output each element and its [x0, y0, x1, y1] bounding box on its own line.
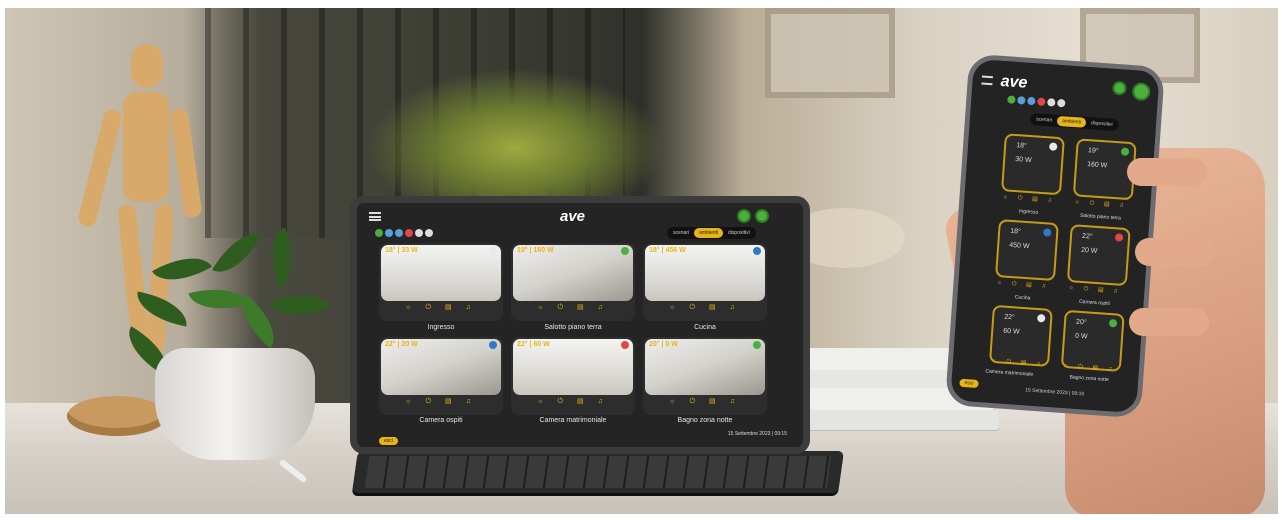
- user-icon[interactable]: [1112, 80, 1127, 96]
- room-label: Ingresso: [427, 324, 455, 331]
- lock-icon: [489, 341, 497, 349]
- tab-bar: scenari ambienti dispositivi: [667, 227, 756, 239]
- power: 0 W: [1074, 332, 1088, 341]
- photo-scene: ave scenari ambienti dispositivi 18° | 3…: [5, 8, 1278, 514]
- room-card-cucina[interactable]: 18° | 456 W ☼ ⏻ ▤ ♫: [643, 243, 767, 321]
- temperature: 20°: [1075, 318, 1087, 327]
- power: 60 W: [533, 341, 550, 348]
- temperature: 18°: [649, 247, 660, 254]
- power: 20 W: [401, 341, 418, 348]
- room-label: Bagno zona notte: [1069, 374, 1109, 384]
- lock-icon: [1108, 318, 1118, 328]
- room-card-camera-matrimoniale[interactable]: 22° | 60 W ☼ ⏻ ▤ ♫: [511, 337, 635, 415]
- power: 160 W: [1086, 161, 1108, 170]
- tablet-screen: ave scenari ambienti dispositivi 18° | 3…: [357, 203, 803, 447]
- lock-icon: [1114, 233, 1124, 242]
- lock-icon: [621, 247, 629, 255]
- device-icons: ☼ ⏻ ▤ ♫: [405, 304, 477, 311]
- device-icons: ☼ ⏻ ▤ ♫: [405, 398, 477, 405]
- room-label: Salotto piano terra: [544, 324, 602, 331]
- power: 33 W: [401, 247, 418, 254]
- finger: [1129, 308, 1209, 336]
- device-icons: ☼ ⏻ ▤ ♫: [669, 398, 741, 405]
- datetime: 15 Settembre 2023 | 09:15: [727, 431, 787, 437]
- power: 20 W: [1080, 246, 1098, 255]
- device-icons: ☼ ⏻ ▤ ♫: [537, 398, 609, 405]
- device-icons: ☼ ⏻ ▤ ♫: [996, 280, 1051, 290]
- power-icon[interactable]: [755, 209, 769, 223]
- device-icons: ☼ ⏻ ▤ ♫: [1074, 199, 1128, 209]
- lock-icon: [489, 247, 497, 255]
- status-dots: [1007, 95, 1066, 108]
- temperature: 19°: [1087, 147, 1099, 155]
- phone-screen: ave scenari ambienti dispositivi 18° 30 …: [950, 58, 1160, 414]
- temperature: 22°: [385, 341, 396, 348]
- finger: [1127, 158, 1207, 186]
- room-card-ingresso[interactable]: 18° 30 W: [1000, 133, 1065, 196]
- temperature: 18°: [1015, 142, 1028, 150]
- finger: [1135, 238, 1215, 266]
- lock-icon: [1042, 228, 1052, 237]
- room-card-camera-ospiti[interactable]: 22° | 20 W ☼ ⏻ ▤ ♫: [379, 337, 503, 415]
- room-label: Camera matrimoniale: [539, 417, 607, 424]
- tab-scenari[interactable]: scenari: [1031, 114, 1058, 126]
- temperature: 18°: [385, 247, 396, 254]
- tab-dispositivi[interactable]: dispositivi: [1086, 118, 1118, 130]
- room-card-ingresso[interactable]: 18° | 33 W ☼ ⏻ ▤ ♫: [379, 243, 503, 321]
- app-logo: ave: [560, 208, 586, 225]
- exit-button[interactable]: esci: [379, 437, 398, 445]
- room-card-bagno[interactable]: 20° | 0 W ☼ ⏻ ▤ ♫: [643, 337, 767, 415]
- menu-icon[interactable]: [981, 75, 993, 86]
- device-icons: ☼ ⏻ ▤ ♫: [669, 304, 741, 311]
- device-icons: ☼ ⏻ ▤ ♫: [1002, 194, 1057, 204]
- lock-icon: [1048, 142, 1058, 151]
- room-label: Cucina: [1014, 294, 1031, 302]
- room-card-salotto[interactable]: 19° | 160 W ☼ ⏻ ▤ ♫: [511, 243, 635, 321]
- power-icon[interactable]: [1131, 82, 1151, 102]
- power: 456 W: [665, 247, 686, 254]
- room-label: Camera matrimoniale: [985, 368, 1034, 378]
- wall-frame: [765, 8, 895, 98]
- tab-ambienti[interactable]: ambienti: [1056, 115, 1087, 128]
- temperature: 20°: [649, 341, 660, 348]
- power: 0 W: [665, 341, 678, 348]
- lock-icon: [753, 247, 761, 255]
- room-label: Camera ospiti: [419, 417, 463, 424]
- power: 450 W: [1008, 241, 1030, 251]
- temperature: 22°: [517, 341, 528, 348]
- room-label: Cucina: [694, 324, 716, 331]
- tab-bar: scenari ambienti dispositivi: [1029, 112, 1120, 132]
- temperature: 22°: [1081, 232, 1093, 241]
- smartphone: ave scenari ambienti dispositivi 18° 30 …: [944, 53, 1166, 419]
- power: 30 W: [1014, 156, 1032, 165]
- lock-icon: [1120, 147, 1130, 156]
- device-icons: ☼ ⏻ ▤ ♫: [1068, 285, 1122, 295]
- status-dots: [375, 229, 433, 237]
- app-logo: ave: [1000, 72, 1028, 92]
- room-label: Camera ospiti: [1078, 298, 1111, 307]
- lock-icon: [753, 341, 761, 349]
- tab-ambienti[interactable]: ambienti: [694, 228, 724, 238]
- temperature: 18°: [1009, 227, 1022, 236]
- power: 60 W: [1002, 327, 1020, 336]
- temperature: 22°: [1003, 313, 1016, 322]
- room-label: Bagno zona notte: [677, 417, 733, 424]
- lock-icon: [621, 341, 629, 349]
- room-label: Salotto piano terra: [1079, 212, 1122, 222]
- tab-scenari[interactable]: scenari: [668, 228, 694, 238]
- user-icon[interactable]: [737, 209, 751, 223]
- tablet: ave scenari ambienti dispositivi 18° | 3…: [350, 196, 810, 454]
- room-card-camera-ospiti[interactable]: 22° 20 W: [1066, 224, 1131, 287]
- menu-icon[interactable]: [369, 212, 381, 221]
- room-label: Ingresso: [1018, 208, 1039, 216]
- keyboard: [352, 451, 844, 493]
- temperature: 19°: [517, 247, 528, 254]
- lock-icon: [1036, 313, 1046, 323]
- power: 160 W: [533, 247, 554, 254]
- datetime: 15 Settembre 2023 | 09:15: [1024, 387, 1085, 398]
- tab-dispositivi[interactable]: dispositivi: [723, 228, 755, 238]
- device-icons: ☼ ⏻ ▤ ♫: [537, 304, 609, 311]
- room-card-cucina[interactable]: 18° 450 W: [994, 219, 1059, 282]
- exit-button[interactable]: esci: [959, 378, 979, 389]
